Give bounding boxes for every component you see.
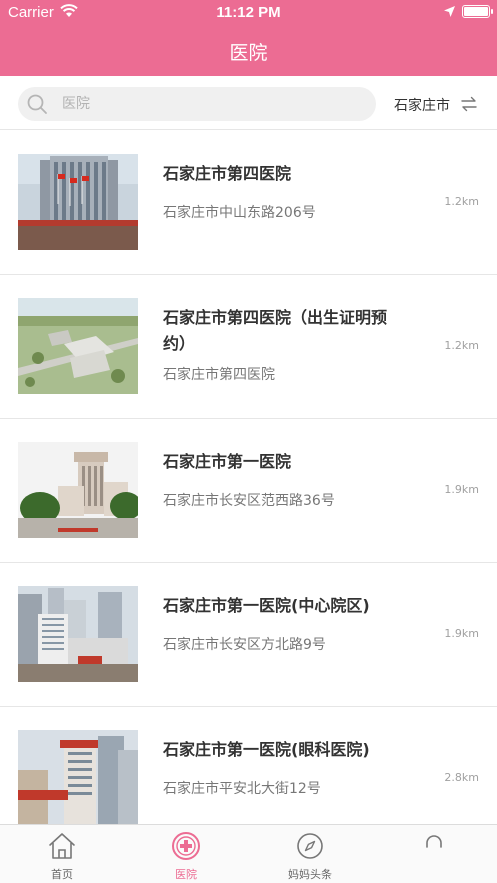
hospital-photo [18, 154, 138, 250]
tab-label: 医院 [175, 868, 197, 881]
tab-hospital[interactable]: 医院 [124, 825, 248, 883]
hospital-photo [18, 730, 138, 826]
hospital-list-item[interactable]: 石家庄市第一医院(中心院区) 石家庄市长安区方北路9号 1.9km [0, 563, 497, 707]
hospital-photo [18, 586, 138, 682]
hospital-distance: 1.2km [444, 339, 479, 352]
status-bar: Carrier 11:12 PM [0, 0, 497, 26]
tab-home[interactable]: 首页 [0, 825, 124, 883]
search-icon [27, 94, 47, 114]
hospital-distance: 1.9km [444, 483, 479, 496]
page-title: 医院 [229, 42, 268, 64]
header: Carrier 11:12 PM 医院 [0, 0, 497, 76]
hospital-name: 石家庄市第一医院(眼科医院) [163, 740, 370, 759]
hospital-list-item[interactable]: 石家庄市第四医院 石家庄市中山东路206号 1.2km [0, 131, 497, 275]
tab-label: 妈妈头条 [288, 868, 332, 881]
hospital-distance: 2.8km [444, 771, 479, 784]
hospital-address: 石家庄市长安区方北路9号 [163, 637, 326, 653]
hospital-name: 石家庄市第四医院 [163, 164, 292, 183]
battery-icon [462, 5, 493, 18]
clock: 11:12 PM [216, 4, 281, 21]
city-label: 石家庄市 [394, 98, 450, 114]
hospital-cross-icon [172, 832, 200, 860]
hospital-name: 石家庄市第四医院（出生证明预约） [163, 308, 388, 353]
hospital-name: 石家庄市第一医院 [163, 452, 292, 471]
hospital-distance: 1.2km [444, 195, 479, 208]
compass-icon [297, 833, 323, 859]
hospital-name: 石家庄市第一医院(中心院区) [163, 596, 370, 615]
hospital-address: 石家庄市中山东路206号 [163, 205, 316, 221]
hospital-address: 石家庄市长安区范西路36号 [163, 493, 335, 509]
home-icon [49, 833, 75, 859]
swap-icon [461, 96, 477, 112]
location-arrow-icon [444, 6, 455, 17]
tab-label: 首页 [51, 868, 73, 881]
hospital-photo [18, 442, 138, 538]
hospital-list-item[interactable]: 石家庄市第四医院（出生证明预约） 石家庄市第四医院 1.2km [0, 275, 497, 419]
hospital-photo [18, 298, 138, 394]
hospital-address: 石家庄市平安北大街12号 [163, 781, 321, 797]
hospital-address: 石家庄市第四医院 [163, 367, 275, 383]
search-box[interactable] [18, 87, 376, 121]
tab-mom-headlines[interactable]: 妈妈头条 [248, 825, 372, 883]
tab-profile[interactable] [372, 825, 496, 883]
hospital-list-item[interactable]: 石家庄市第一医院 石家庄市长安区范西路36号 1.9km [0, 419, 497, 563]
profile-icon [426, 835, 442, 848]
search-bar: 石家庄市 [0, 76, 497, 130]
tab-bar: 首页 医院 妈妈头条 [0, 824, 497, 883]
hospital-distance: 1.9km [444, 627, 479, 640]
search-input[interactable] [62, 93, 362, 115]
